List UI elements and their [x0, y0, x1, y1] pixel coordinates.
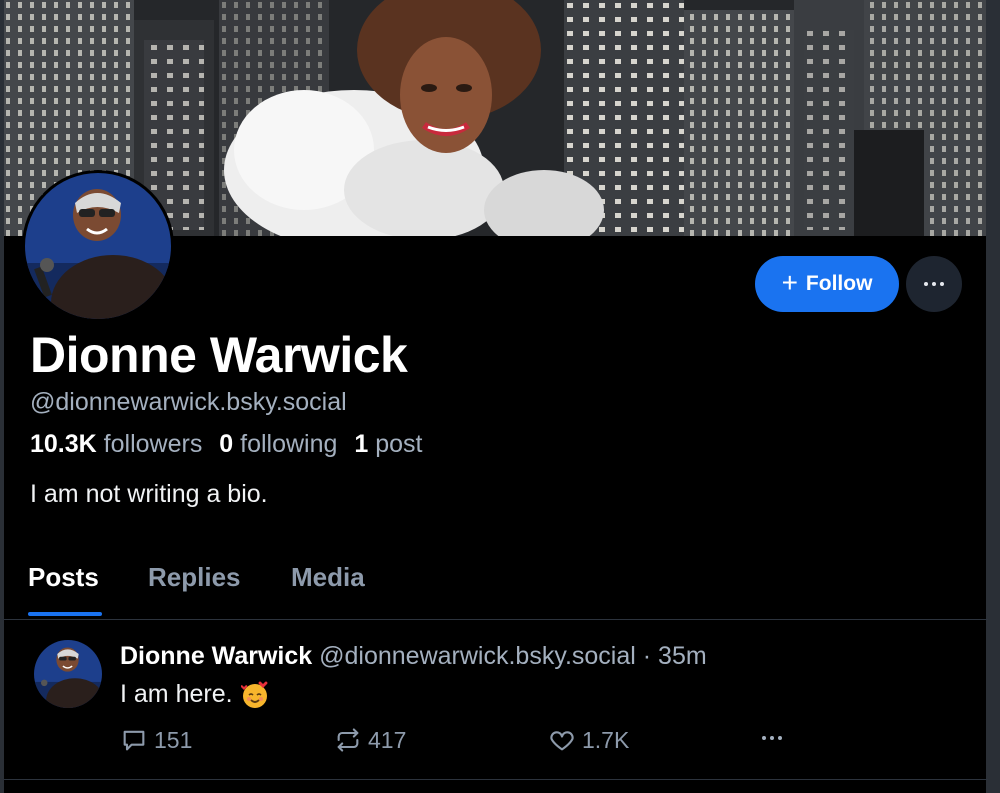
post-author-handle[interactable]: @dionnewarwick.bsky.social: [319, 642, 636, 670]
post-body: I am here.: [120, 680, 269, 709]
ellipsis-icon: [924, 282, 944, 286]
post-author-avatar[interactable]: [34, 640, 102, 708]
follow-button[interactable]: + Follow: [755, 256, 899, 312]
more-options-button[interactable]: [906, 256, 962, 312]
posts-stat: 1 post: [354, 430, 432, 458]
posts-label: post: [375, 430, 423, 458]
followers-count: 10.3K: [30, 430, 97, 458]
active-tab-indicator: [28, 612, 102, 616]
profile-display-name: Dionne Warwick: [30, 327, 408, 383]
profile-page: + Follow Dionne Warwick @dionnewarwick.b…: [0, 0, 1000, 793]
profile-handle: @dionnewarwick.bsky.social: [30, 388, 347, 416]
reply-icon: [120, 726, 148, 754]
profile-bio: I am not writing a bio.: [30, 480, 268, 508]
reply-count: 151: [154, 726, 193, 753]
like-button[interactable]: 1.7K: [548, 726, 629, 754]
post-header: Dionne Warwick @dionnewarwick.bsky.socia…: [120, 642, 707, 671]
ellipsis-icon: [762, 736, 782, 740]
profile-tabs: Posts Replies Media: [4, 558, 988, 620]
follow-label: Follow: [805, 272, 873, 295]
repost-icon: [334, 726, 362, 754]
profile-avatar[interactable]: [22, 170, 174, 322]
repost-count: 417: [368, 726, 407, 753]
posts-count: 1: [354, 430, 369, 458]
following-link[interactable]: 0 following: [219, 430, 347, 458]
repost-button[interactable]: 417: [334, 726, 406, 754]
profile-stats: 10.3K followers 0 following 1 post: [30, 430, 433, 459]
like-count: 1.7K: [582, 726, 630, 753]
window-edge-right: [986, 0, 1000, 793]
post-timestamp[interactable]: · 35m: [643, 642, 707, 670]
post-more-button[interactable]: [762, 736, 782, 740]
feed-post[interactable]: Dionne Warwick @dionnewarwick.bsky.socia…: [4, 620, 988, 780]
post-actions: 151 417 1.7K: [120, 726, 782, 756]
tab-media[interactable]: Media: [291, 562, 365, 593]
followers-link[interactable]: 10.3K followers: [30, 430, 212, 458]
smiling-face-with-hearts-icon: [240, 681, 269, 709]
avatar-image: [25, 173, 171, 319]
following-label: following: [240, 430, 338, 458]
plus-icon: +: [781, 266, 798, 298]
tab-posts[interactable]: Posts: [28, 562, 99, 593]
post-text: I am here.: [120, 680, 233, 708]
post-author-name[interactable]: Dionne Warwick: [120, 642, 312, 670]
followers-label: followers: [103, 430, 203, 458]
tab-replies[interactable]: Replies: [148, 562, 241, 593]
reply-button[interactable]: 151: [120, 726, 192, 754]
heart-icon: [548, 726, 576, 754]
following-count: 0: [219, 430, 234, 458]
